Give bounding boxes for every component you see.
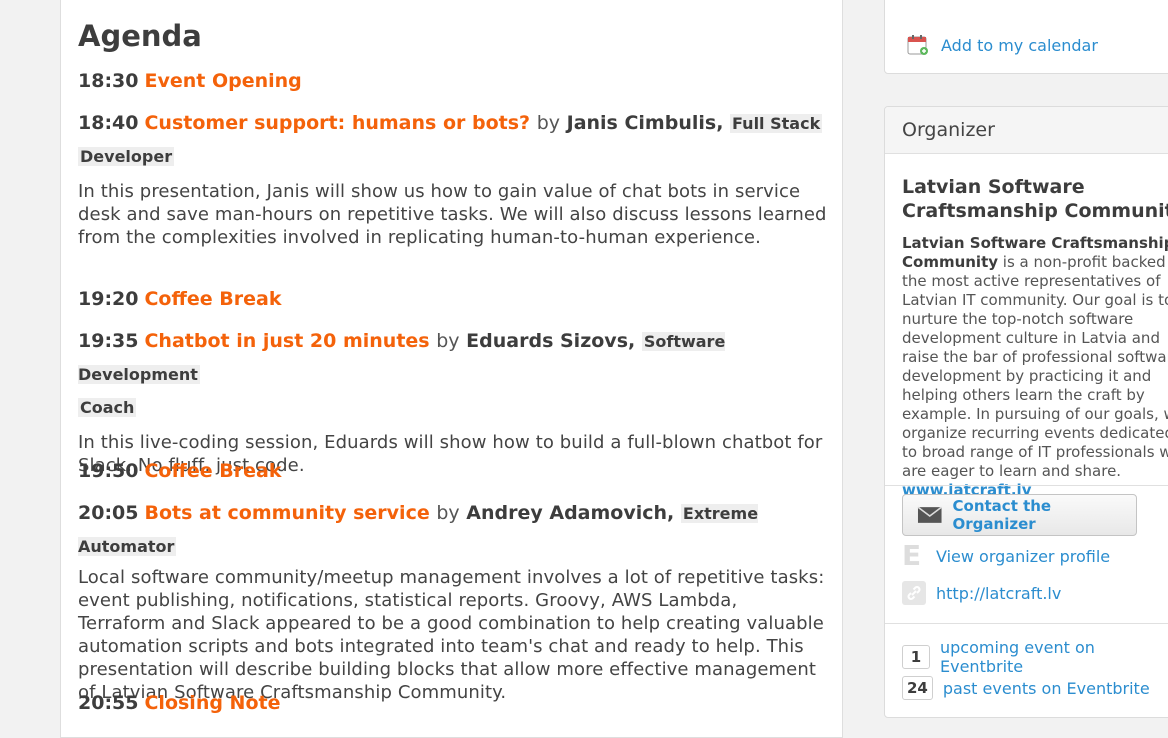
eventbrite-icon: E [902, 539, 922, 572]
slot-time: 18:40 [78, 112, 139, 134]
slot-title[interactable]: Coffee Break [144, 460, 281, 482]
add-to-calendar-link[interactable]: Add to my calendar [941, 36, 1098, 55]
slot-time: 19:20 [78, 288, 139, 310]
past-events-link[interactable]: past events on Eventbrite [943, 679, 1150, 698]
upcoming-count-badge: 1 [902, 645, 930, 669]
divider [885, 485, 1168, 486]
by-label: by [436, 502, 460, 524]
speaker-name: Andrey Adamovich, [466, 502, 675, 524]
agenda-slot: 20:05 Bots at community service by Andrey… [78, 497, 828, 704]
organizer-card: Organizer Latvian Software Craftsmanship… [884, 106, 1168, 718]
by-label: by [536, 112, 560, 134]
slot-title[interactable]: Bots at community service [144, 502, 429, 524]
add-to-calendar[interactable]: Add to my calendar [907, 34, 1098, 56]
website-row[interactable]: http://latcraft.lv [902, 581, 1061, 605]
slot-title[interactable]: Chatbot in just 20 minutes [144, 330, 429, 352]
organizer-name: Latvian Software Craftsmanship Community [902, 176, 1168, 222]
slot-time: 18:30 [78, 70, 139, 92]
speaker-role: Coach [78, 398, 137, 417]
upcoming-events-row[interactable]: 1 upcoming event on Eventbrite [902, 638, 1168, 676]
calendar-icon [907, 35, 928, 55]
organizer-header: Organizer [885, 107, 1168, 154]
agenda-slot: 20:55 Closing Note [78, 687, 828, 720]
agenda-slot: 18:30 Event Opening [78, 65, 828, 98]
slot-time: 20:55 [78, 692, 139, 714]
slot-description: In this presentation, Janis will show us… [78, 181, 827, 248]
agenda-panel: Agenda 18:30 Event Opening 18:40 Customer … [60, 0, 843, 738]
view-profile-link[interactable]: View organizer profile [936, 547, 1110, 566]
agenda-title: Agenda [78, 19, 202, 53]
past-count-badge: 24 [902, 676, 933, 700]
speaker-name: Janis Cimbulis, [566, 112, 724, 134]
slot-description: Local software community/meetup manageme… [78, 567, 825, 703]
agenda-slot: 19:20 Coffee Break [78, 283, 828, 316]
website-link[interactable]: http://latcraft.lv [936, 584, 1061, 603]
slot-title[interactable]: Event Opening [144, 70, 301, 92]
agenda-slot: 18:40 Customer support: humans or bots? b… [78, 107, 828, 249]
by-label: by [436, 330, 460, 352]
about-text: is a non-profit backed by the most activ… [902, 253, 1168, 480]
view-profile-row[interactable]: E View organizer profile [902, 542, 1110, 570]
divider [885, 623, 1168, 624]
organizer-about: Latvian Software Craftsmanship Community… [902, 234, 1168, 500]
slot-time: 19:50 [78, 460, 139, 482]
slot-title[interactable]: Coffee Break [144, 288, 281, 310]
contact-organizer-button[interactable]: Contact the Organizer [902, 494, 1137, 536]
slot-time: 19:35 [78, 330, 139, 352]
slot-time: 20:05 [78, 502, 139, 524]
agenda-slot: 19:50 Coffee Break [78, 455, 828, 488]
contact-organizer-label: Contact the Organizer [952, 497, 1052, 533]
speaker-role: Full Stack [730, 114, 823, 133]
calendar-card: Add to my calendar [884, 0, 1168, 74]
slot-title[interactable]: Customer support: humans or bots? [144, 112, 530, 134]
past-events-row[interactable]: 24 past events on Eventbrite [902, 676, 1150, 700]
envelope-icon [917, 506, 943, 523]
link-icon [902, 581, 926, 605]
slot-title[interactable]: Closing Note [144, 692, 280, 714]
speaker-role: Developer [78, 147, 175, 166]
speaker-name: Eduards Sizovs, [466, 330, 636, 352]
upcoming-events-link[interactable]: upcoming event on Eventbrite [940, 638, 1168, 676]
